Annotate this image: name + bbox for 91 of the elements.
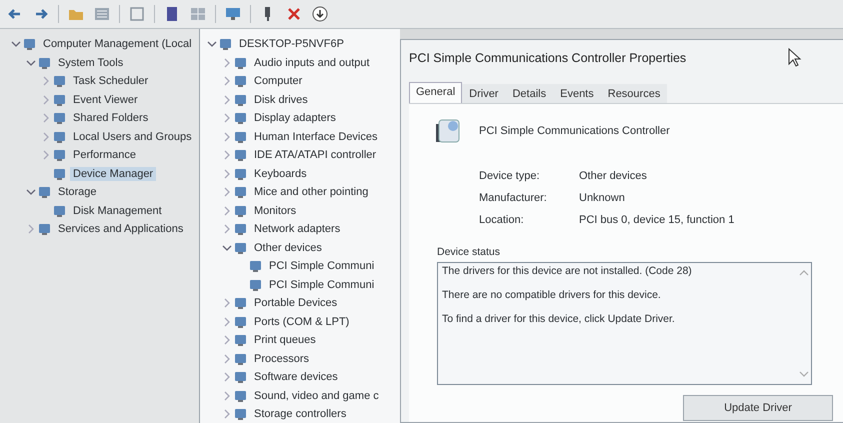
tab[interactable]: Driver: [462, 84, 506, 103]
device-icon: [52, 111, 67, 126]
tab[interactable]: Events: [553, 84, 601, 103]
device-icon: [52, 130, 67, 144]
status-message: To find a driver for this device, click Update Driver.: [442, 313, 676, 325]
tree-item[interactable]: Processors: [251, 352, 312, 366]
device-icon: [233, 185, 248, 200]
scroll-up-icon: [799, 269, 809, 277]
tree-item[interactable]: Ports (COM & LPT): [251, 314, 352, 329]
tree-item[interactable]: Keyboards: [251, 166, 310, 181]
device-icon: [248, 259, 263, 274]
device-icon: [52, 148, 67, 162]
device-icon: [233, 204, 248, 218]
tree-item[interactable]: Shared Folders: [70, 111, 152, 126]
device-icon: [52, 204, 67, 218]
tree-item[interactable]: Other devices: [251, 240, 325, 255]
property-label: Location:: [479, 214, 525, 226]
device-icon: [233, 352, 248, 366]
tab[interactable]: Resources: [600, 84, 668, 103]
list-icon[interactable]: [93, 5, 111, 23]
tree-item[interactable]: Display adapters: [251, 111, 339, 126]
tree-item[interactable]: Human Interface Devices: [251, 130, 380, 144]
device-icon: [233, 56, 248, 70]
tree-item[interactable]: Audio inputs and output: [251, 56, 373, 70]
device-icon: [37, 185, 52, 200]
property-value: Other devices: [579, 170, 648, 182]
tree-item[interactable]: Print queues: [251, 333, 319, 348]
device-icon: [52, 166, 67, 181]
tree-item[interactable]: Storage controllers: [251, 407, 350, 422]
device-icon: [233, 240, 248, 255]
device-icon: [218, 37, 233, 52]
device-icon: [233, 111, 248, 126]
device-icon: [233, 407, 248, 422]
device-icon: [233, 388, 248, 403]
device-icon: [233, 130, 248, 144]
tree-item[interactable]: System Tools: [55, 56, 126, 70]
tree-item[interactable]: Device Manager: [70, 166, 156, 181]
mouse-pointer-icon: [787, 48, 803, 68]
device-icon: [248, 278, 263, 292]
tree-item[interactable]: DESKTOP-P5NVF6P: [236, 37, 347, 52]
device-icon: [22, 37, 37, 52]
device-icon: [233, 333, 248, 348]
tree-item[interactable]: PCI Simple Communi: [266, 278, 378, 292]
tree-item[interactable]: Task Scheduler: [70, 74, 152, 88]
status-message: There are no compatible drivers for this device.: [442, 289, 662, 301]
tree-item[interactable]: Performance: [70, 148, 139, 162]
property-value: PCI bus 0, device 15, function 1: [579, 214, 736, 226]
property-label: Device type:: [479, 170, 541, 182]
device-icon: [52, 92, 67, 107]
monitor-icon[interactable]: [224, 5, 242, 23]
tree-item[interactable]: Disk drives: [251, 92, 311, 107]
device-icon: [52, 74, 67, 88]
device-icon: [37, 222, 52, 236]
device-icon: [233, 74, 248, 88]
tree-item[interactable]: Storage: [55, 185, 100, 200]
tab[interactable]: General: [409, 82, 462, 103]
device-icon: [233, 166, 248, 181]
tree-item[interactable]: Sound, video and game c: [251, 388, 382, 403]
grid-icon[interactable]: [189, 5, 207, 23]
device-icon: [233, 314, 248, 329]
tree-item[interactable]: Computer Management (Local: [40, 37, 195, 52]
tree-item[interactable]: Services and Applications: [55, 222, 186, 236]
property-label: Manufacturer:: [479, 192, 548, 204]
group-label: Device status: [437, 246, 502, 258]
tree-item[interactable]: Portable Devices: [251, 296, 340, 310]
property-value: Unknown: [579, 192, 626, 204]
tree-item[interactable]: Mice and other pointing: [251, 185, 372, 200]
device-icon: [233, 92, 248, 107]
status-text-box[interactable]: The drivers for this device are not installed. (Code 28) There are no compatible drivers for this device. To find a driver for this device, click Update Driver.: [437, 262, 812, 385]
status-message: The drivers for this device are not installed. (Code 28): [442, 265, 693, 277]
device-name: PCI Simple Communications Controller: [479, 125, 670, 137]
tree-item[interactable]: Local Users and Groups: [70, 130, 195, 144]
tree-item[interactable]: IDE ATA/ATAPI controller: [251, 148, 380, 162]
tab[interactable]: Details: [505, 84, 554, 103]
tree-item[interactable]: Event Viewer: [70, 92, 141, 107]
device-icon: [233, 222, 248, 236]
tree-item[interactable]: Computer: [251, 74, 306, 88]
tree-item[interactable]: Software devices: [251, 370, 341, 384]
download-icon[interactable]: [311, 5, 329, 23]
device-icon: [37, 56, 52, 70]
scroll-down-icon: [799, 370, 809, 378]
dialog-title: PCI Simple Communications Controller Properties: [409, 51, 686, 65]
device-icon: [233, 370, 248, 384]
device-icon: [233, 148, 248, 162]
tree-item[interactable]: Monitors: [251, 204, 300, 218]
window-icon[interactable]: [128, 5, 146, 23]
tree-item[interactable]: PCI Simple Communi: [266, 259, 378, 274]
device-icon: [233, 296, 248, 310]
update-driver-button[interactable]: Update Driver: [683, 395, 833, 421]
tree-item[interactable]: Network adapters: [251, 222, 344, 236]
tree-item[interactable]: Disk Management: [70, 204, 165, 218]
